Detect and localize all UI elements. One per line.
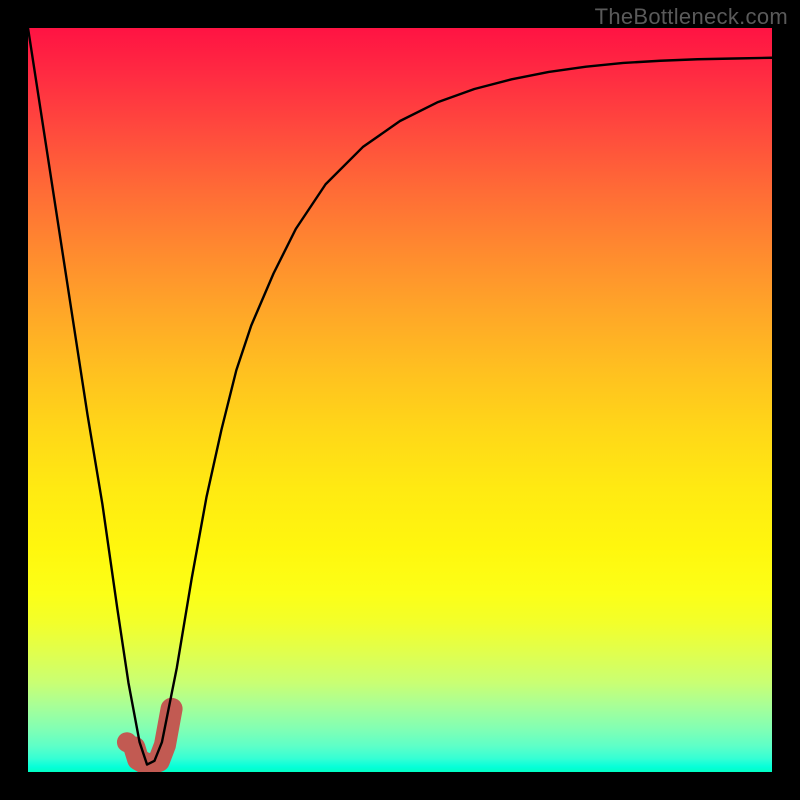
bottleneck-curve xyxy=(28,28,772,765)
chart-svg xyxy=(28,28,772,772)
watermark-text: TheBottleneck.com xyxy=(595,4,788,30)
plot-area xyxy=(28,28,772,772)
j-marker-dot-icon xyxy=(117,732,137,752)
